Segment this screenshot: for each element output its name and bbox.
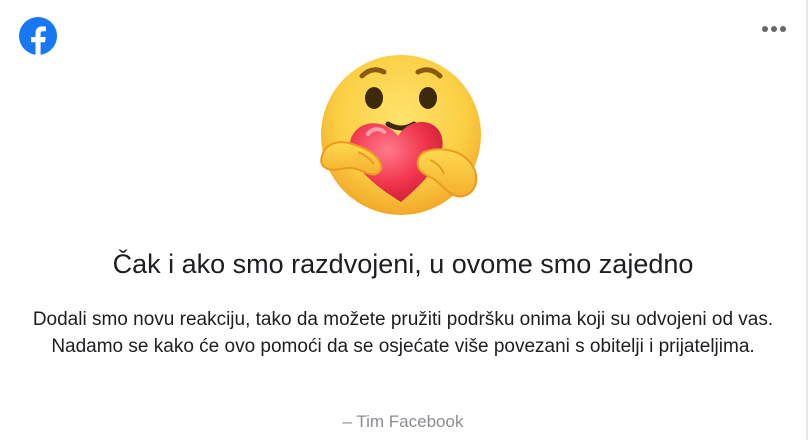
announcement-signature: – Tim Facebook (342, 412, 464, 431)
more-dot (762, 26, 768, 32)
facebook-logo-icon[interactable] (18, 16, 58, 56)
care-reaction-emoji-icon (318, 52, 484, 218)
announcement-description: Dodali smo novu reakciju, tako da možete… (32, 309, 774, 357)
more-options-button[interactable] (758, 18, 790, 40)
more-dot (780, 26, 786, 32)
announcement-card: Čak i ako smo razdvojeni, u ovome smo za… (0, 0, 808, 440)
announcement-title: Čak i ako smo razdvojeni, u ovome smo za… (112, 249, 694, 279)
more-dot (771, 26, 777, 32)
